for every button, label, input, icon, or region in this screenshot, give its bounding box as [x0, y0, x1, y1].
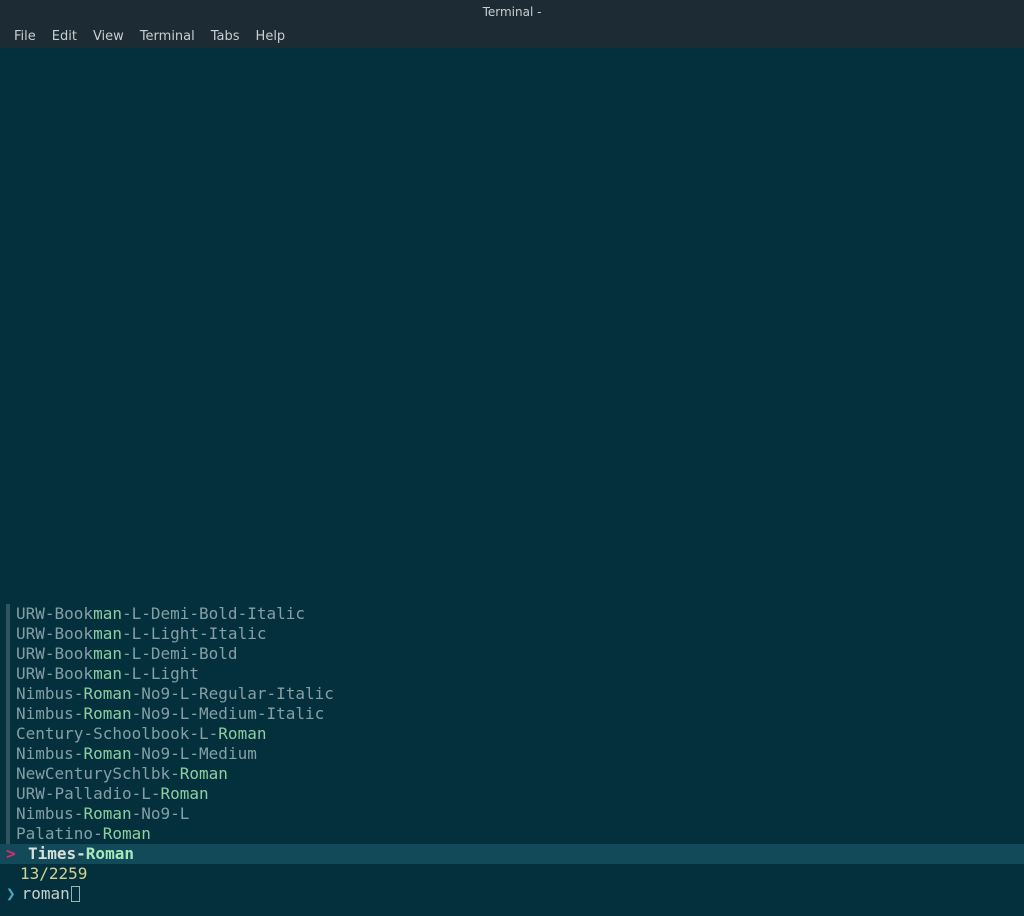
window-title: Terminal -	[483, 5, 542, 19]
menu-file[interactable]: File	[6, 26, 44, 47]
menu-help[interactable]: Help	[248, 26, 294, 47]
result-text: URW-Palladio-L-Roman	[16, 784, 209, 804]
fzf-result-row[interactable]: Nimbus-Roman-No9-L	[0, 804, 1024, 824]
result-text: Nimbus-Roman-No9-L-Medium-Italic	[16, 704, 324, 724]
menubar: File Edit View Terminal Tabs Help	[0, 24, 1024, 48]
result-text: Nimbus-Roman-No9-L-Medium	[16, 744, 257, 764]
menu-view[interactable]: View	[85, 26, 132, 47]
result-bar	[6, 704, 10, 724]
result-text: URW-Bookman-L-Demi-Bold	[16, 644, 238, 664]
fzf-result-row[interactable]: Nimbus-Roman-No9-L-Medium	[0, 744, 1024, 764]
result-bar	[6, 744, 10, 764]
result-bar	[6, 804, 10, 824]
cursor	[71, 886, 80, 902]
result-text: URW-Bookman-L-Light	[16, 664, 199, 684]
fzf-result-row[interactable]: Palatino-Roman	[0, 824, 1024, 844]
result-text: Century-Schoolbook-L-Roman	[16, 724, 266, 744]
result-bar	[6, 604, 10, 624]
result-text: URW-Bookman-L-Demi-Bold-Italic	[16, 604, 305, 624]
result-text: URW-Bookman-L-Light-Italic	[16, 624, 266, 644]
result-text: Nimbus-Roman-No9-L-Regular-Italic	[16, 684, 334, 704]
fzf-panel: URW-Bookman-L-Demi-Bold-ItalicURW-Bookma…	[0, 604, 1024, 904]
menu-tabs[interactable]: Tabs	[203, 26, 248, 47]
fzf-result-row[interactable]: Nimbus-Roman-No9-L-Regular-Italic	[0, 684, 1024, 704]
pointer-icon: >	[6, 844, 16, 864]
menu-edit[interactable]: Edit	[44, 26, 85, 47]
menu-terminal[interactable]: Terminal	[132, 26, 203, 47]
result-bar	[6, 824, 10, 844]
fzf-result-row[interactable]: NewCenturySchlbk-Roman	[0, 764, 1024, 784]
result-bar	[6, 664, 10, 684]
result-bar	[6, 644, 10, 664]
result-bar	[6, 724, 10, 744]
result-bar	[6, 684, 10, 704]
result-bar	[6, 624, 10, 644]
result-bar	[6, 784, 10, 804]
fzf-results: URW-Bookman-L-Demi-Bold-ItalicURW-Bookma…	[0, 604, 1024, 864]
fzf-result-row[interactable]: URW-Bookman-L-Demi-Bold	[0, 644, 1024, 664]
fzf-result-row[interactable]: URW-Palladio-L-Roman	[0, 784, 1024, 804]
fzf-result-row[interactable]: > Times-Roman	[0, 844, 1024, 864]
fzf-counter: 13/2259	[0, 864, 1024, 884]
result-text: Times-Roman	[28, 844, 134, 864]
result-bar	[6, 764, 10, 784]
fzf-result-row[interactable]: Nimbus-Roman-No9-L-Medium-Italic	[0, 704, 1024, 724]
fzf-result-row[interactable]: URW-Bookman-L-Light-Italic	[0, 624, 1024, 644]
result-text: Palatino-Roman	[16, 824, 151, 844]
result-text: Nimbus-Roman-No9-L	[16, 804, 189, 824]
prompt-icon: ❯	[6, 884, 16, 904]
terminal-viewport[interactable]: URW-Bookman-L-Demi-Bold-ItalicURW-Bookma…	[0, 48, 1024, 916]
fzf-result-row[interactable]: Century-Schoolbook-L-Roman	[0, 724, 1024, 744]
fzf-query[interactable]: roman	[22, 884, 70, 904]
fzf-result-row[interactable]: URW-Bookman-L-Light	[0, 664, 1024, 684]
result-bar	[16, 845, 20, 863]
fzf-result-row[interactable]: URW-Bookman-L-Demi-Bold-Italic	[0, 604, 1024, 624]
result-text: NewCenturySchlbk-Roman	[16, 764, 228, 784]
window-titlebar: Terminal -	[0, 0, 1024, 24]
fzf-prompt-row[interactable]: ❯ roman	[0, 884, 1024, 904]
